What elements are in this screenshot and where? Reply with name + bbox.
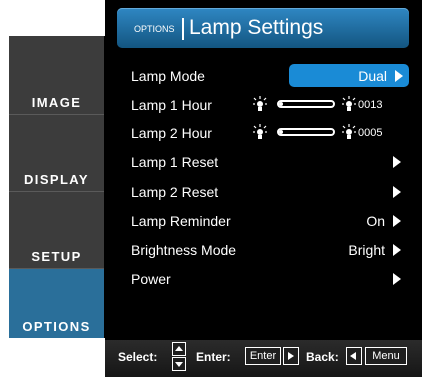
page-title: Lamp Settings [189,16,324,39]
row-label: Lamp 1 Reset [131,154,219,170]
header-section: OPTIONS [134,24,175,34]
right-arrow-icon [395,70,403,82]
right-arrow-icon [393,156,401,168]
back-hint: Back: [306,350,339,364]
row-lamp-reminder[interactable]: Lamp Reminder On [131,210,403,232]
lamp-mode-value: Dual [358,68,387,84]
row-label: Lamp Reminder [131,213,231,229]
tab-options[interactable]: OPTIONS [9,269,104,338]
lamp-icon [342,96,356,111]
lamp-1-hour-bar [277,100,335,108]
lamp-1-hour-fill [279,102,284,106]
row-power[interactable]: Power [131,268,403,290]
menu-tabs: IMAGE DISPLAY SETUP OPTIONS [9,36,105,338]
tab-display[interactable]: DISPLAY [9,115,104,192]
tab-setup-label: SETUP [31,249,82,264]
header-separator [182,18,184,40]
brightness-mode-value: Bright [348,242,385,258]
row-label: Lamp 1 Hour [131,97,212,113]
footer-help-bar: Select: Enter: Enter Back: Menu [105,340,422,377]
row-label: Brightness Mode [131,242,237,258]
tab-display-label: DISPLAY [24,172,89,187]
panel-header: OPTIONS Lamp Settings [117,8,409,48]
lamp-2-hour-bar [277,128,335,136]
enter-hint: Enter: [196,350,231,364]
lamp-settings-panel: OPTIONS Lamp Settings Lamp Mode Dual Lam… [105,0,422,377]
lamp-icon [253,96,267,111]
right-arrow-icon [393,215,401,227]
right-arrow-key-icon [283,347,299,365]
lamp-icon [253,124,267,139]
row-lamp-2-hour: Lamp 2 Hour 0005 [131,122,403,144]
lamp-1-hours-value: 0013 [358,99,383,111]
row-lamp-1-hour: Lamp 1 Hour 0013 [131,94,403,116]
lamp-reminder-value: On [366,213,385,229]
enter-key: Enter [245,347,281,365]
lamp-2-hour-fill [279,130,284,134]
right-arrow-icon [393,244,401,256]
right-arrow-icon [393,186,401,198]
tab-image[interactable]: IMAGE [9,36,104,115]
row-lamp-2-reset[interactable]: Lamp 2 Reset [131,181,403,203]
tab-options-label: OPTIONS [22,319,91,334]
row-label: Lamp Mode [131,68,205,84]
lamp-mode-selector[interactable]: Dual [289,64,409,87]
row-brightness-mode[interactable]: Brightness Mode Bright [131,239,403,261]
right-arrow-icon [393,273,401,285]
row-lamp-mode[interactable]: Lamp Mode Dual [131,64,409,87]
left-arrow-key-icon [346,347,362,365]
lamp-icon [342,124,356,139]
tab-setup[interactable]: SETUP [9,192,104,269]
lamp-2-hours-value: 0005 [358,127,383,139]
row-label: Lamp 2 Hour [131,125,212,141]
select-hint: Select: [118,350,158,364]
row-label: Power [131,271,171,287]
tab-image-label: IMAGE [31,95,82,110]
menu-key: Menu [365,347,407,365]
row-lamp-1-reset[interactable]: Lamp 1 Reset [131,151,403,173]
up-down-icon [172,342,186,371]
row-label: Lamp 2 Reset [131,184,219,200]
